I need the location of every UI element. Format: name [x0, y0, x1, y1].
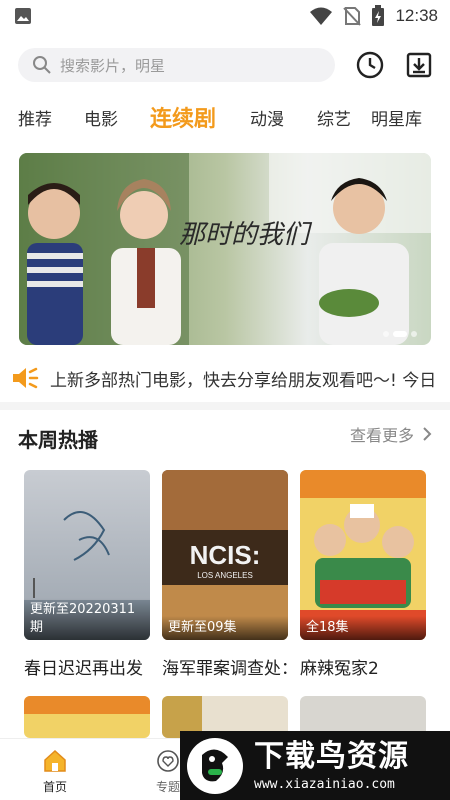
nav-home[interactable]: 首页 — [30, 749, 80, 795]
show-title: 麻辣冤家2 — [300, 659, 379, 679]
view-more-label: 查看更多 — [349, 426, 414, 445]
tab-recommend[interactable]: 推荐 — [18, 98, 52, 142]
section-title: 本周热播 — [18, 428, 98, 452]
episode-badge: 更新至20220311期 — [24, 598, 150, 640]
svg-text:NCIS:: NCIS: — [190, 540, 261, 570]
tab-stars[interactable]: 明星库 — [371, 98, 422, 142]
battery-charging-icon — [372, 5, 385, 26]
notice-bar: 上新多部热门电影，快去分享给朋友观看吧～! 今日 — [0, 358, 450, 398]
svg-text:LOS ANGELES: LOS ANGELES — [197, 571, 253, 580]
search-placeholder: 搜索影片，明星 — [60, 56, 166, 75]
banner-pagination — [383, 331, 417, 337]
watermark-url: www.xiazainiao.com — [254, 777, 395, 792]
show-card-partial[interactable] — [24, 696, 150, 738]
home-icon — [44, 749, 66, 772]
search-input[interactable]: 搜索影片，明星 — [18, 48, 335, 82]
show-poster: 更新至20220311期 — [24, 470, 150, 640]
featured-banner[interactable]: 那时的我们 — [19, 153, 431, 345]
show-poster: NCIS: LOS ANGELES 更新至09集 — [162, 470, 288, 640]
banner-title-text: 那时的我们 — [179, 220, 313, 250]
tab-movies[interactable]: 电影 — [84, 98, 118, 142]
search-icon — [33, 56, 51, 74]
show-title: 春日迟迟再出发 — [24, 659, 143, 679]
show-card[interactable]: 更新至20220311期 春日迟迟再出发 — [24, 470, 150, 679]
image-icon — [15, 8, 31, 24]
bird-logo-icon — [187, 737, 243, 794]
watermark-title: 下载鸟资源 — [254, 739, 409, 774]
tab-anime[interactable]: 动漫 — [250, 98, 284, 142]
tab-variety[interactable]: 综艺 — [317, 98, 351, 142]
category-tabs: 推荐 电影 连续剧 动漫 综艺 明星库 — [0, 98, 450, 142]
tab-series[interactable]: 连续剧 — [150, 98, 216, 142]
show-card[interactable]: 全18集 麻辣冤家2 — [300, 470, 426, 679]
notice-text: 上新多部热门电影，快去分享给朋友观看吧～! 今日 — [50, 370, 437, 391]
episode-badge: 更新至09集 — [162, 616, 288, 640]
status-bar: 12:38 — [0, 0, 450, 32]
clock-time: 12:38 — [395, 6, 438, 25]
nav-home-label: 首页 — [42, 780, 67, 794]
show-poster: 全18集 — [300, 470, 426, 640]
speaker-icon — [13, 367, 39, 389]
view-more-link[interactable]: 查看更多 — [350, 422, 432, 446]
no-sim-icon — [343, 7, 362, 26]
download-icon[interactable] — [404, 50, 434, 80]
history-clock-icon[interactable] — [355, 50, 385, 80]
episode-badge: 全18集 — [300, 616, 426, 640]
banner-image: 那时的我们 — [19, 153, 431, 345]
show-card[interactable]: NCIS: LOS ANGELES 更新至09集 海军罪案调查处：洛杉矶 — [162, 470, 288, 679]
wifi-icon — [310, 7, 333, 25]
section-divider — [0, 402, 450, 410]
heart-icon — [157, 750, 179, 772]
show-title: 海军罪案调查处：洛杉矶 — [162, 659, 288, 679]
watermark-banner: 下载鸟资源 www.xiazainiao.com — [180, 731, 450, 800]
chevron-right-icon — [423, 427, 432, 441]
